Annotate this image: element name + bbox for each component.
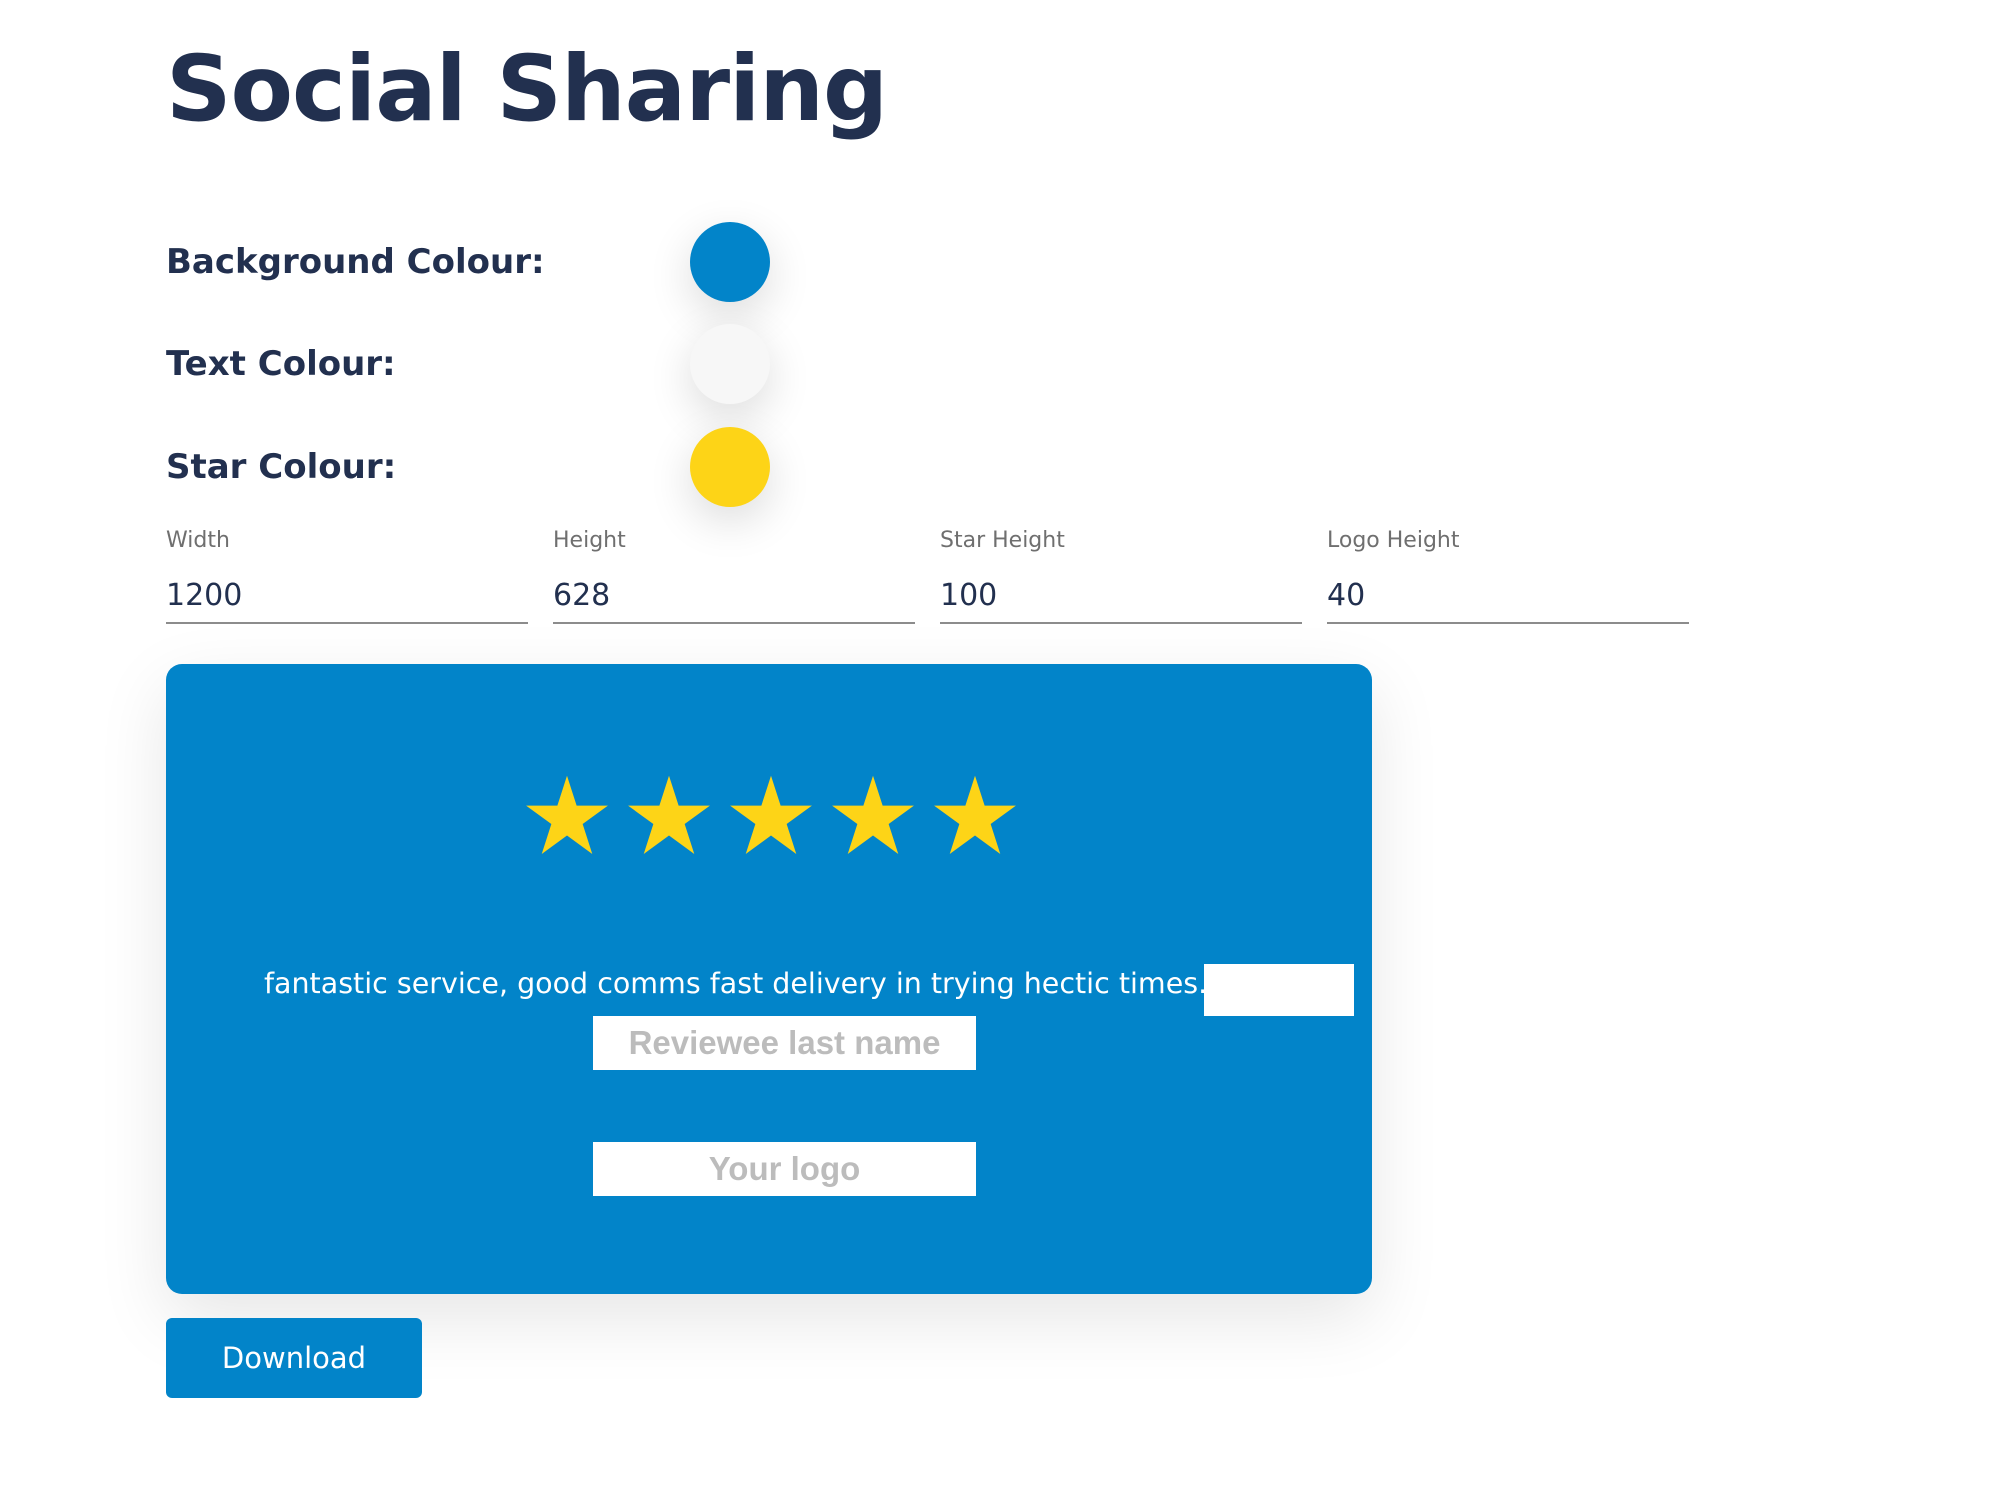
height-label: Height <box>553 528 626 553</box>
page-title: Social Sharing <box>166 37 888 142</box>
download-button[interactable]: Download <box>166 1318 422 1398</box>
review-quote: fantastic service, good comms fast deliv… <box>264 967 1227 1000</box>
star-colour-label: Star Colour: <box>166 447 397 487</box>
star-colour-swatch[interactable] <box>690 427 770 507</box>
width-input[interactable] <box>166 568 528 624</box>
logo-height-input[interactable] <box>1327 568 1689 624</box>
background-colour-swatch[interactable] <box>690 222 770 302</box>
height-field: Height <box>553 528 915 624</box>
width-field: Width <box>166 528 528 624</box>
reviewee-last-name-input[interactable] <box>593 1016 976 1070</box>
star-icon <box>526 775 608 854</box>
star-height-label: Star Height <box>940 528 1065 553</box>
logo-input[interactable] <box>593 1142 976 1196</box>
width-label: Width <box>166 528 230 553</box>
star-height-input[interactable] <box>940 568 1302 624</box>
text-colour-swatch[interactable] <box>690 324 770 404</box>
star-icon <box>934 775 1016 854</box>
star-icon <box>832 775 914 854</box>
star-colour-row: Star Colour: <box>166 425 806 509</box>
text-colour-label: Text Colour: <box>166 344 396 384</box>
height-input[interactable] <box>553 568 915 624</box>
star-icon <box>628 775 710 854</box>
logo-height-label: Logo Height <box>1327 528 1460 553</box>
background-colour-label: Background Colour: <box>166 242 545 282</box>
social-share-preview: fantastic service, good comms fast deliv… <box>166 664 1372 1294</box>
star-height-field: Star Height <box>940 528 1302 624</box>
logo-height-field: Logo Height <box>1327 528 1689 624</box>
background-colour-row: Background Colour: <box>166 220 806 304</box>
reviewee-first-name-box <box>1204 964 1354 1016</box>
text-colour-row: Text Colour: <box>166 322 806 406</box>
star-icon <box>730 775 812 854</box>
